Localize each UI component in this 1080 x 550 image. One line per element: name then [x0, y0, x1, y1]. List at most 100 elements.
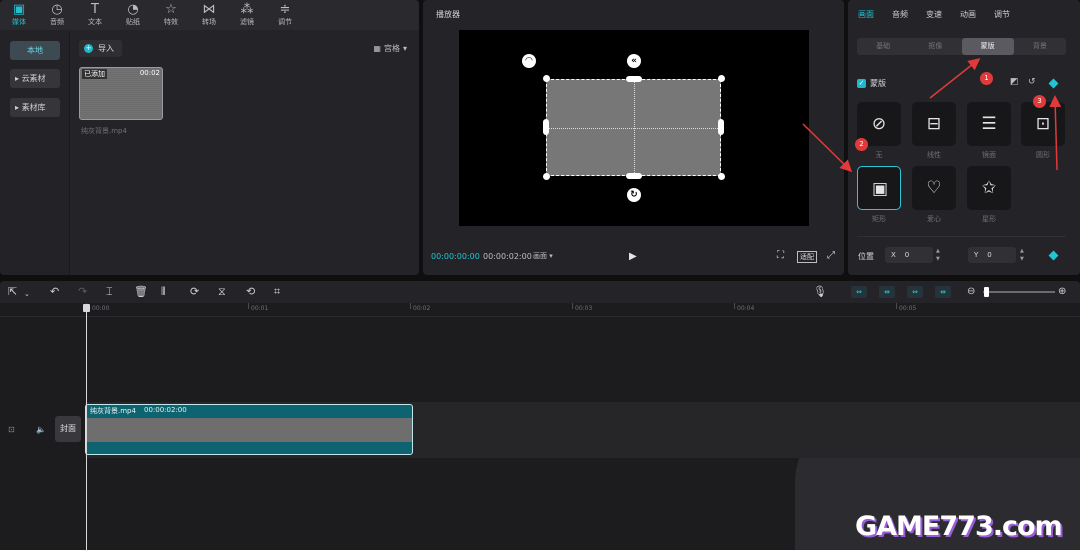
- mask-option-circle[interactable]: ⊡: [1021, 102, 1065, 146]
- import-button[interactable]: + 导入: [79, 40, 122, 57]
- auto-snap-icon[interactable]: ⇹: [879, 286, 895, 298]
- sub-tab-basic[interactable]: 基础: [857, 38, 909, 55]
- mask-option-rectangle[interactable]: ▣: [857, 166, 901, 210]
- chevron-down-icon[interactable]: ⌄: [24, 287, 30, 301]
- chevron-down-icon: ▾: [402, 44, 407, 53]
- mask-option-label: 矩形: [872, 215, 886, 223]
- sidebar-item-cloud[interactable]: ▸ 云素材: [10, 69, 60, 88]
- view-mode-dropdown[interactable]: ▦ 宫格 ▾: [373, 43, 407, 54]
- video-clip[interactable]: 纯灰背景.mp4 00:00:02:00: [85, 404, 413, 455]
- tab-audio[interactable]: ◷ 音频: [38, 0, 76, 30]
- mute-track-icon[interactable]: 🔈: [36, 425, 46, 434]
- plus-icon: +: [84, 44, 93, 53]
- ruler-tick-label: 00:00: [92, 305, 110, 312]
- fullscreen-icon[interactable]: ⤢: [827, 250, 835, 261]
- preview-axis-icon[interactable]: ⇹: [935, 286, 951, 298]
- tab-speed[interactable]: 变速: [926, 0, 960, 30]
- tab-audio-settings[interactable]: 音频: [892, 0, 926, 30]
- tab-animation[interactable]: 动画: [960, 0, 994, 30]
- playhead-handle[interactable]: [83, 304, 90, 312]
- corner-handle[interactable]: [543, 173, 550, 180]
- ratio-dropdown[interactable]: 画面 ▾: [533, 251, 553, 261]
- split-icon[interactable]: ⌶: [106, 285, 113, 299]
- sidebar-item-local[interactable]: 本地: [10, 41, 60, 60]
- tab-label: 贴纸: [126, 18, 140, 26]
- media-item-name: 纯灰背景.mp4: [81, 127, 127, 135]
- freeze-frame-icon[interactable]: ⫴: [161, 285, 166, 299]
- timeline-toolbar: ⇱ ⌄ ↶ ↷ ⌶ 🗑 ⫴ ⟳ ⧖ ⟲ ⌗ 🎙 ⇔ ⇹ ⇔ ⇹ ⊖ ⊕: [0, 281, 1080, 303]
- sub-tab-background[interactable]: 背景: [1014, 38, 1066, 55]
- mask-toggle[interactable]: ✓ 蒙版: [857, 78, 886, 89]
- position-x-stepper[interactable]: ▲ ▼: [936, 247, 940, 263]
- tab-label: 媒体: [12, 18, 26, 26]
- playhead[interactable]: [86, 304, 87, 550]
- rotate-handle-icon[interactable]: ↻: [627, 188, 641, 202]
- tab-label: 滤镜: [240, 18, 254, 26]
- ruler-tick-label: 00:03: [575, 305, 593, 312]
- annotation-badge-3: 3: [1033, 95, 1046, 108]
- sub-tab-keying[interactable]: 抠像: [909, 38, 961, 55]
- tab-sticker[interactable]: ◔ 贴纸: [114, 0, 152, 30]
- image-quality-icon[interactable]: ⛶: [777, 250, 784, 261]
- linkage-icon[interactable]: ⇔: [907, 286, 923, 298]
- play-icon[interactable]: ▶: [629, 251, 637, 262]
- zoom-slider[interactable]: [983, 287, 1055, 297]
- fit-button[interactable]: 适配: [797, 251, 817, 263]
- watermark-logo: GAME773.com: [855, 511, 1063, 542]
- tab-filter[interactable]: ⁂ 滤镜: [228, 0, 266, 30]
- tab-adjustment[interactable]: 调节: [994, 0, 1028, 30]
- corner-handle[interactable]: [718, 75, 725, 82]
- tab-picture[interactable]: 画面: [858, 0, 892, 30]
- select-tool-icon[interactable]: ⇱: [8, 285, 17, 299]
- transition-icon: ⋈: [202, 2, 216, 17]
- undo-icon[interactable]: ↶: [50, 285, 59, 299]
- position-y-stepper[interactable]: ▲ ▼: [1020, 247, 1024, 263]
- sub-tab-mask[interactable]: 蒙版: [961, 38, 1014, 55]
- crop-icon[interactable]: ⌗: [274, 285, 280, 299]
- delete-icon[interactable]: 🗑: [134, 285, 148, 299]
- microphone-icon[interactable]: 🎙: [813, 285, 827, 299]
- rectangle-mask-frame[interactable]: [546, 79, 721, 176]
- media-item-thumbnail[interactable]: 已添加 00:02: [79, 67, 163, 120]
- main-track-magnet-icon[interactable]: ⇔: [851, 286, 867, 298]
- reset-icon[interactable]: ↺: [1028, 77, 1036, 87]
- position-x-field[interactable]: X 0: [885, 247, 933, 263]
- corner-handle[interactable]: [718, 173, 725, 180]
- tab-adjust[interactable]: ≑ 调节: [266, 0, 304, 30]
- cover-button[interactable]: 封面: [55, 416, 81, 442]
- invert-mask-icon[interactable]: ◩: [1010, 77, 1019, 87]
- zoom-slider-knob[interactable]: [984, 287, 989, 297]
- zoom-in-icon[interactable]: ⊕: [1058, 285, 1066, 299]
- mask-option-star[interactable]: ✩: [967, 166, 1011, 210]
- lock-track-icon[interactable]: ⊡: [8, 425, 15, 434]
- roundness-handle-icon[interactable]: «: [627, 54, 641, 68]
- edge-handle-right[interactable]: [718, 119, 724, 135]
- redo-icon[interactable]: ↷: [78, 285, 87, 299]
- media-icon: ▣: [12, 2, 26, 17]
- edge-handle-left[interactable]: [543, 119, 549, 135]
- rotate-icon[interactable]: ⟲: [246, 285, 255, 299]
- tab-effects[interactable]: ☆ 特效: [152, 0, 190, 30]
- mask-option-heart[interactable]: ♡: [912, 166, 956, 210]
- mask-option-mirror[interactable]: ☰: [967, 102, 1011, 146]
- sidebar-item-label: 云素材: [21, 74, 46, 83]
- position-y-field[interactable]: Y 0: [968, 247, 1016, 263]
- tab-transition[interactable]: ⋈ 转场: [190, 0, 228, 30]
- star-mask-icon: ✩: [981, 178, 997, 198]
- sidebar-item-library[interactable]: ▸ 素材库: [10, 98, 60, 117]
- mask-option-linear[interactable]: ⊟: [912, 102, 956, 146]
- tab-text[interactable]: T 文本: [76, 0, 114, 30]
- edge-handle-bottom[interactable]: [626, 173, 642, 179]
- tab-media[interactable]: ▣ 媒体: [0, 0, 38, 30]
- reverse-icon[interactable]: ⟳: [190, 285, 199, 299]
- corner-handle[interactable]: [543, 75, 550, 82]
- keyframe-diamond-icon[interactable]: [1048, 78, 1059, 89]
- video-canvas[interactable]: ◠ « ↻: [459, 30, 809, 226]
- mirror-icon[interactable]: ⧖: [218, 285, 226, 299]
- position-keyframe-icon[interactable]: [1048, 250, 1059, 261]
- edge-handle-top[interactable]: [626, 76, 642, 82]
- feather-handle-icon[interactable]: ◠: [522, 54, 536, 68]
- zoom-out-icon[interactable]: ⊖: [967, 285, 975, 299]
- text-icon: T: [91, 2, 99, 17]
- time-ruler[interactable]: 00:00 00:01 00:02 00:03 00:04 00:05: [0, 303, 1080, 317]
